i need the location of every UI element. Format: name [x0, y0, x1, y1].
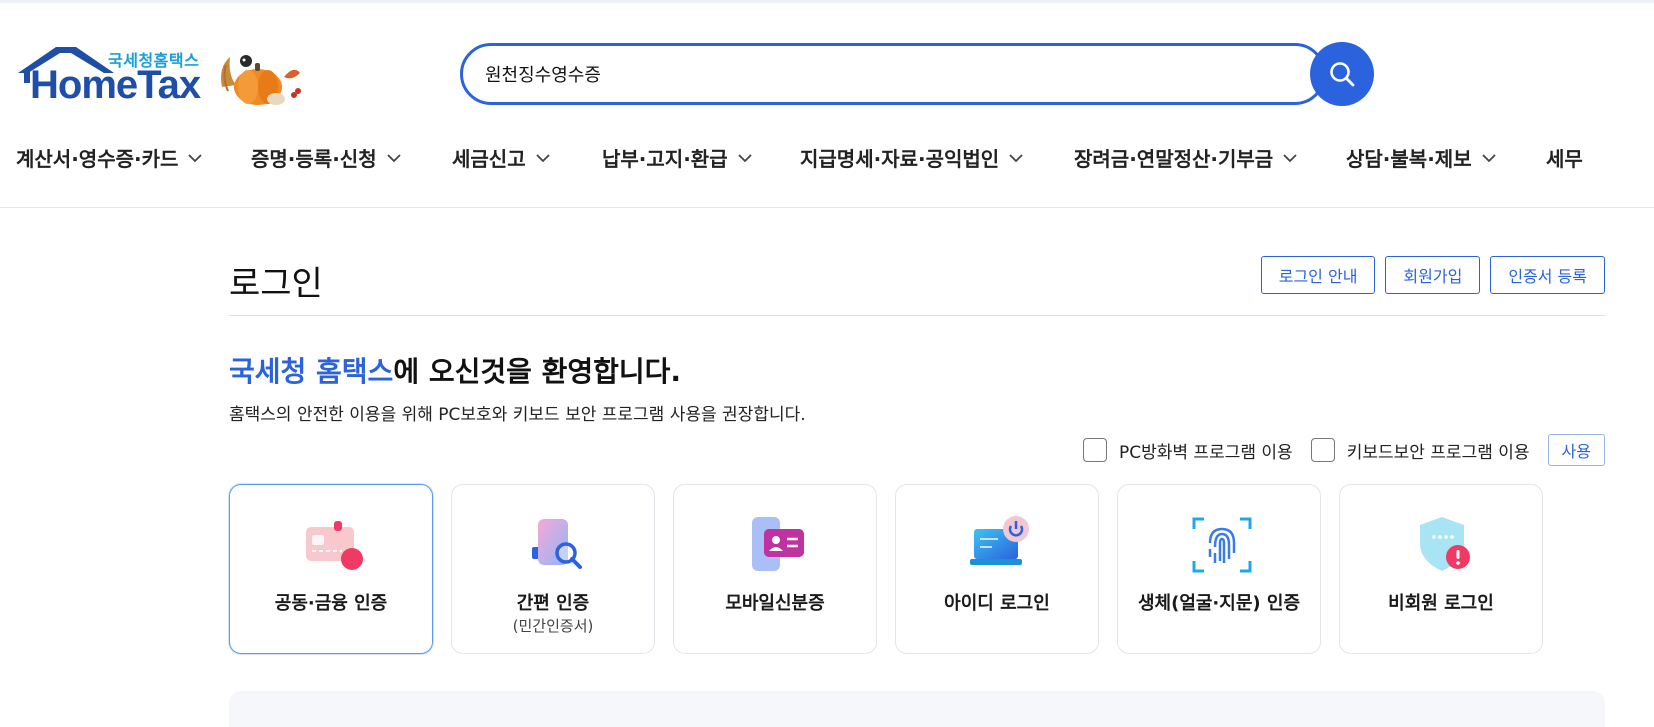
- search-icon: [1330, 62, 1355, 87]
- search-input[interactable]: [485, 46, 1265, 102]
- chevron-down-icon: [1283, 153, 1297, 162]
- firewall-label: PC방화벽 프로그램 이용: [1118, 442, 1293, 463]
- search-button[interactable]: [1310, 42, 1374, 106]
- chevron-down-icon: [1481, 153, 1496, 162]
- login-method-id[interactable]: 아이디 로그인: [895, 484, 1099, 654]
- nav-item-tax-filing[interactable]: 세금신고: [452, 143, 550, 172]
- main-nav: 계산서·영수증·카드 증명·등록·신청 세금신고 납부·고지·환급 지급명세·자…: [16, 143, 1654, 183]
- nav-item-certificates[interactable]: 증명·등록·신청: [251, 143, 401, 172]
- shield-icon: [1420, 517, 1470, 571]
- hometax-logo[interactable]: 국세청홈택스 HomeTax: [16, 41, 306, 111]
- card-sublabel: (민간인증서): [512, 617, 594, 635]
- chevron-down-icon: [188, 153, 203, 162]
- chevron-down-icon: [737, 153, 752, 162]
- login-method-joint-cert[interactable]: 공동·금융 인증: [229, 484, 433, 654]
- login-guide-button[interactable]: 로그인 안내: [1260, 256, 1376, 294]
- phone-search-icon: [532, 519, 582, 569]
- page-title: 로그인: [229, 264, 323, 304]
- card-label: 공동·금융 인증: [274, 593, 388, 614]
- mobile-id-icon: [752, 517, 804, 571]
- nav-item-receipts[interactable]: 계산서·영수증·카드: [16, 143, 203, 172]
- top-buttons: 로그인 안내 회원가입 인증서 등록: [1260, 256, 1605, 294]
- nav-item-label: 납부·고지·환급: [602, 147, 728, 171]
- pumpkin-icon: [221, 55, 301, 105]
- search-box: [460, 43, 1326, 105]
- login-method-biometric[interactable]: 생체(얼굴·지문) 인증: [1117, 484, 1321, 654]
- chevron-down-icon: [386, 153, 401, 162]
- security-options: PC방화벽 프로그램 이용 키보드보안 프로그램 이용 사용: [1082, 434, 1605, 466]
- login-method-mobile-id[interactable]: 모바일신분증: [673, 484, 877, 654]
- card-label: 생체(얼굴·지문) 인증: [1137, 593, 1301, 614]
- login-methods: 공동·금융 인증 간편 인증 (민간인증서) 모바일신분증 아이디 로그인 생체…: [229, 484, 1605, 654]
- nav-item-incentives[interactable]: 장려금·연말정산·기부금: [1074, 143, 1297, 172]
- card-label: 아이디 로그인: [944, 593, 1050, 614]
- login-method-simple-auth[interactable]: 간편 인증 (민간인증서): [451, 484, 655, 654]
- nav-item-label: 상담·불복·제보: [1346, 147, 1472, 171]
- fingerprint-icon: [1192, 517, 1252, 573]
- logo-title: HomeTax: [30, 63, 201, 107]
- card-cert-icon: [306, 521, 363, 570]
- search-bar: [460, 42, 1374, 107]
- firewall-checkbox[interactable]: [1082, 438, 1107, 462]
- keyboard-label: 키보드보안 프로그램 이용: [1346, 442, 1530, 463]
- login-method-non-member[interactable]: 비회원 로그인: [1339, 484, 1543, 654]
- nav-item-payment[interactable]: 납부·고지·환급: [602, 143, 752, 172]
- use-button[interactable]: 사용: [1547, 434, 1605, 466]
- nav-item-label: 계산서·영수증·카드: [16, 147, 179, 171]
- nav-item-label: 증명·등록·신청: [251, 147, 377, 171]
- keyboard-checkbox[interactable]: [1310, 438, 1335, 462]
- chevron-down-icon: [1009, 153, 1023, 162]
- cert-register-button[interactable]: 인증서 등록: [1490, 256, 1605, 294]
- welcome-subtext: 홈택스의 안전한 이용을 위해 PC보호와 키보드 보안 프로그램 사용을 권장…: [229, 405, 806, 425]
- nav-item-label: 세무: [1546, 147, 1583, 171]
- nav-item-label: 세금신고: [452, 147, 526, 171]
- welcome-accent: 국세청 홈택스: [229, 355, 394, 388]
- welcome-rest: 에 오신것을 환영합니다.: [393, 355, 682, 388]
- firewall-option: PC방화벽 프로그램 이용: [1082, 438, 1293, 463]
- card-label: 간편 인증: [516, 593, 590, 614]
- keyboard-option: 키보드보안 프로그램 이용: [1310, 438, 1530, 463]
- nav-item-consulting[interactable]: 상담·불복·제보: [1346, 143, 1496, 172]
- bottom-panel: [229, 691, 1605, 727]
- header: 국세청홈택스 HomeTax 계산서: [0, 3, 1654, 208]
- title-row: 로그인 로그인 안내 회원가입 인증서 등록: [229, 256, 1605, 316]
- chevron-down-icon: [535, 153, 550, 162]
- card-label: 모바일신분증: [725, 593, 825, 614]
- card-label: 비회원 로그인: [1388, 593, 1494, 614]
- nav-item-payment-statements[interactable]: 지급명세·자료·공익법인: [800, 143, 1023, 172]
- nav-item-label: 지급명세·자료·공익법인: [800, 147, 1000, 171]
- laptop-power-icon: [970, 516, 1029, 565]
- nav-item-more[interactable]: 세무: [1546, 143, 1583, 172]
- nav-item-label: 장려금·연말정산·기부금: [1074, 147, 1274, 171]
- signup-button[interactable]: 회원가입: [1385, 256, 1481, 294]
- welcome-heading: 국세청 홈택스에 오신것을 환영합니다.: [229, 350, 681, 390]
